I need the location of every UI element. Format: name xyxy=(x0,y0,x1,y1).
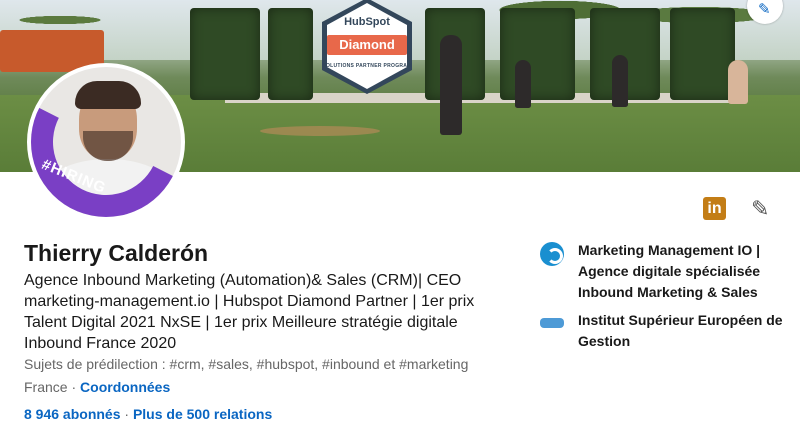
cover-person xyxy=(612,55,628,107)
cover-person xyxy=(515,60,531,108)
hedge-letter xyxy=(500,8,575,100)
education-school: Institut Supérieur Européen de Gestion xyxy=(578,312,783,349)
cover-lawn-patch xyxy=(260,126,380,136)
profile-headline: Agence Inbound Marketing (Automation)& S… xyxy=(24,272,475,352)
stats-separator: · xyxy=(124,406,130,422)
hiring-ring xyxy=(31,67,181,217)
hedge-letter xyxy=(268,8,313,100)
hubspot-diamond-badge: HubSpot Diamond SOLUTIONS PARTNER PROGRA… xyxy=(313,0,421,100)
cover-person xyxy=(440,35,462,135)
network-stats: 8 946 abonnés · Plus de 500 relations xyxy=(24,406,272,422)
connections-link[interactable]: Plus de 500 relations xyxy=(133,406,272,422)
profile-location: France xyxy=(24,379,68,395)
profile-name: Thierry Calderón xyxy=(24,240,209,266)
followers-link[interactable]: 8 946 abonnés xyxy=(24,406,121,422)
contact-info-link[interactable]: Coordonnées xyxy=(80,379,170,395)
hedge-letter xyxy=(670,8,735,100)
pencil-icon: ✎ xyxy=(758,1,771,18)
badge-tier: Diamond xyxy=(327,35,407,55)
linkedin-icon[interactable]: in xyxy=(703,197,726,220)
profile-topics: Sujets de prédilection : #crm, #sales, #… xyxy=(24,356,469,372)
profile-avatar[interactable] xyxy=(27,63,185,221)
experience-company: Marketing Management IO | Agence digital… xyxy=(578,242,761,300)
marketing-management-logo xyxy=(540,242,564,266)
badge-brand: HubSpot xyxy=(344,16,390,28)
badge-subtitle: SOLUTIONS PARTNER PROGRAM xyxy=(322,63,412,69)
isegs-logo xyxy=(540,318,564,328)
cover-person xyxy=(728,60,748,104)
edit-profile-pencil-icon[interactable]: ✎ xyxy=(751,196,769,222)
hedge-letter xyxy=(190,8,260,100)
location-row: France · Coordonnées xyxy=(24,379,170,395)
separator: · xyxy=(67,379,81,395)
